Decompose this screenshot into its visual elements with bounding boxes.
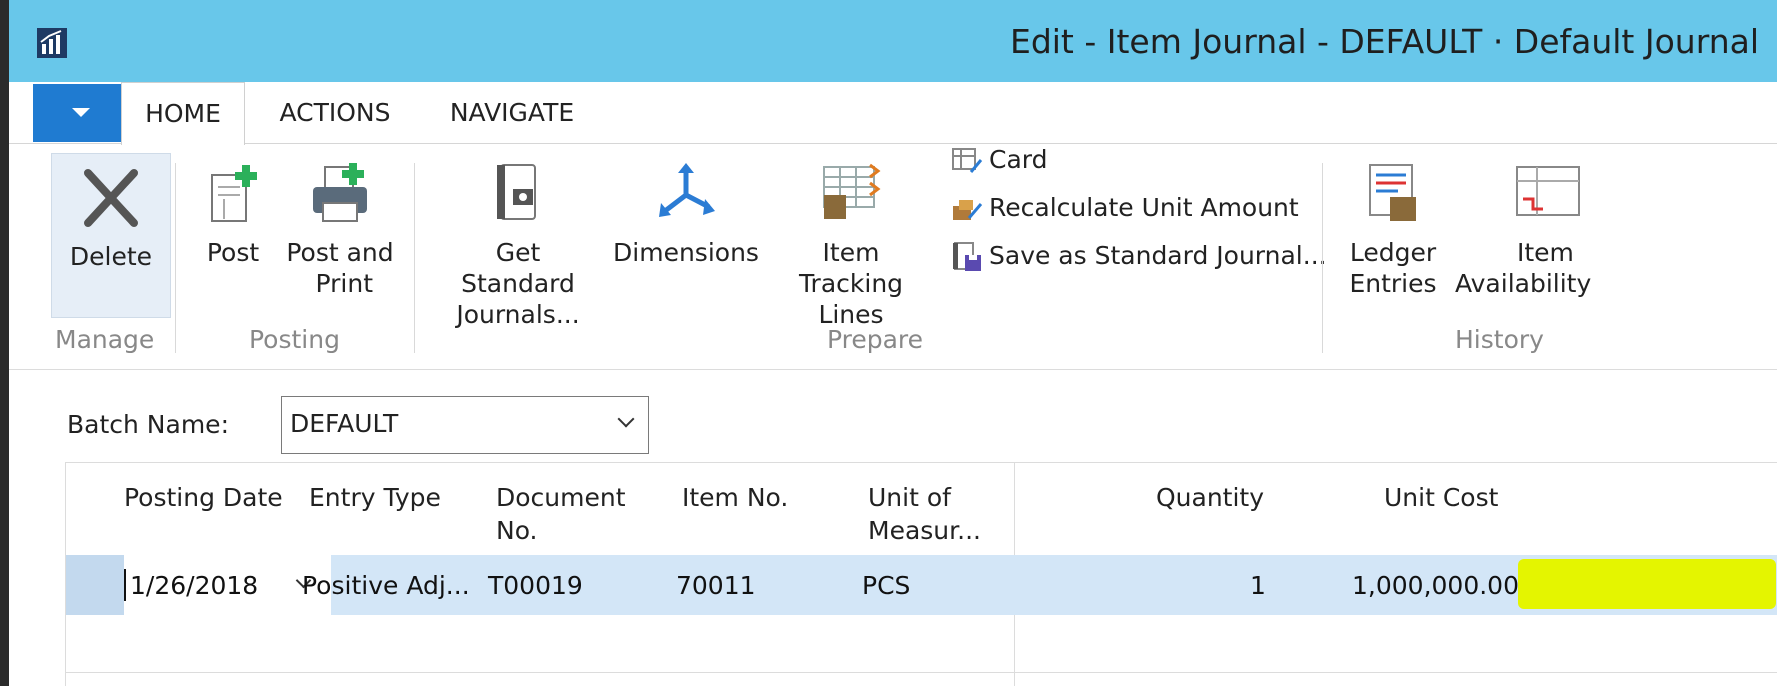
- ribbon-separator: [414, 163, 415, 353]
- header-unit-of-measure-line1: Unit of: [868, 483, 951, 512]
- get-standard-journals-button[interactable]: Get Standard Journals...: [437, 153, 599, 330]
- post-icon: [211, 165, 257, 222]
- item-availability-label-2: Availability: [1455, 269, 1592, 298]
- posting-date-input[interactable]: 1/26/2018: [124, 555, 331, 615]
- item-tracking-label-1: Item: [822, 238, 880, 267]
- item-availability-label-1: Item: [1517, 238, 1574, 267]
- save-journal-icon: [953, 242, 981, 271]
- text-cursor: [124, 569, 126, 601]
- header-document-no-line1: Document: [496, 483, 626, 512]
- card-label: Card: [989, 145, 1048, 174]
- unit-cost-cell[interactable]: 1,000,000.00: [1352, 571, 1519, 600]
- unit-cost-highlight: [1518, 559, 1776, 609]
- tab-home[interactable]: HOME: [121, 82, 245, 145]
- item-availability-button[interactable]: Item Availability: [1453, 153, 1603, 299]
- document-no-cell[interactable]: T00019: [488, 571, 583, 600]
- entry-type-cell[interactable]: Positive Adj...: [302, 571, 470, 600]
- save-as-standard-journal-button[interactable]: Save as Standard Journal...: [951, 241, 1327, 273]
- item-tracking-lines-button[interactable]: Item Tracking Lines: [765, 153, 937, 330]
- unit-of-measure-cell[interactable]: PCS: [862, 571, 910, 600]
- post-and-print-button[interactable]: Post and Print: [285, 153, 395, 299]
- recalculate-unit-amount-button[interactable]: Recalculate Unit Amount: [951, 193, 1299, 224]
- ribbon-separator: [175, 163, 176, 353]
- ledger-entries-label-2: Entries: [1349, 269, 1437, 298]
- save-standard-label: Save as Standard Journal...: [989, 241, 1327, 270]
- group-label-history: History: [1455, 325, 1544, 354]
- post-and-print-label-2: Print: [315, 269, 373, 298]
- group-label-manage: Manage: [55, 325, 155, 354]
- item-tracking-icon: [823, 163, 881, 219]
- tab-actions[interactable]: ACTIONS: [263, 82, 407, 144]
- ribbon: Delete Manage Post Post and Print Postin…: [9, 145, 1777, 370]
- header-item-no[interactable]: Item No.: [682, 481, 788, 514]
- header-unit-of-measure-line2: Measur...: [868, 516, 981, 545]
- delete-button-content[interactable]: Delete: [51, 153, 171, 272]
- header-quantity[interactable]: Quantity: [1156, 481, 1264, 514]
- delete-icon: [84, 169, 138, 227]
- dimensions-label: Dimensions: [613, 238, 759, 267]
- card-button[interactable]: Card: [951, 145, 1047, 176]
- recalculate-label: Recalculate Unit Amount: [989, 193, 1299, 222]
- ledger-entries-icon: [1369, 164, 1416, 221]
- batch-name-label: Batch Name:: [67, 410, 229, 439]
- quantity-cell[interactable]: 1: [1250, 571, 1266, 600]
- post-label: Post: [206, 238, 260, 267]
- post-button[interactable]: Post: [197, 153, 269, 268]
- item-no-cell[interactable]: 70011: [676, 571, 756, 600]
- card-icon: [952, 148, 983, 173]
- item-tracking-label-2: Tracking Lines: [798, 269, 904, 329]
- get-standard-journals-label-2: Journals...: [456, 300, 580, 329]
- table-row-empty[interactable]: [66, 615, 1777, 673]
- dropdown-arrow-icon: [72, 108, 90, 117]
- dimensions-button[interactable]: Dimensions: [613, 153, 759, 268]
- app-logo-icon: [37, 28, 67, 58]
- ribbon-tabs: HOME ACTIONS NAVIGATE: [9, 82, 1777, 145]
- row-selector[interactable]: [66, 555, 124, 615]
- print-icon: [313, 163, 367, 222]
- post-and-print-label-1: Post and: [286, 238, 394, 267]
- journal-icon: [497, 164, 536, 220]
- delete-label: Delete: [69, 242, 153, 271]
- tab-navigate[interactable]: NAVIGATE: [437, 82, 587, 144]
- header-entry-type[interactable]: Entry Type: [309, 481, 441, 514]
- batch-name-value: DEFAULT: [290, 409, 399, 438]
- batch-name-select[interactable]: DEFAULT: [281, 396, 649, 454]
- header-document-no-line2: No.: [496, 516, 538, 545]
- header-unit-cost[interactable]: Unit Cost: [1384, 481, 1498, 514]
- header-unit-of-measure[interactable]: Unit of Measur...: [868, 481, 981, 547]
- title-bar: Edit - Item Journal - DEFAULT · Default …: [9, 0, 1777, 82]
- recalculate-icon: [953, 200, 983, 220]
- application-window: Edit - Item Journal - DEFAULT · Default …: [0, 0, 1777, 686]
- window-title: Edit - Item Journal - DEFAULT · Default …: [1009, 22, 1759, 61]
- get-standard-journals-label-1: Get Standard: [461, 238, 575, 298]
- table-row[interactable]: 1/26/2018 Positive Adj... T00019 70011 P…: [66, 555, 1777, 615]
- group-label-prepare: Prepare: [827, 325, 924, 354]
- dimensions-icon: [659, 163, 715, 217]
- group-label-posting: Posting: [249, 325, 340, 354]
- chevron-down-icon[interactable]: [617, 410, 635, 428]
- ledger-entries-button[interactable]: Ledger Entries: [1331, 153, 1455, 299]
- header-posting-date[interactable]: Posting Date: [124, 481, 283, 514]
- header-document-no[interactable]: Document No.: [496, 481, 626, 547]
- posting-date-value: 1/26/2018: [130, 571, 259, 600]
- item-availability-icon: [1516, 166, 1580, 216]
- journal-lines-grid: Posting Date Entry Type Document No. Ite…: [65, 462, 1777, 686]
- ledger-entries-label-1: Ledger: [1349, 238, 1437, 267]
- app-menu-button[interactable]: [33, 84, 129, 142]
- ribbon-separator: [1322, 163, 1323, 353]
